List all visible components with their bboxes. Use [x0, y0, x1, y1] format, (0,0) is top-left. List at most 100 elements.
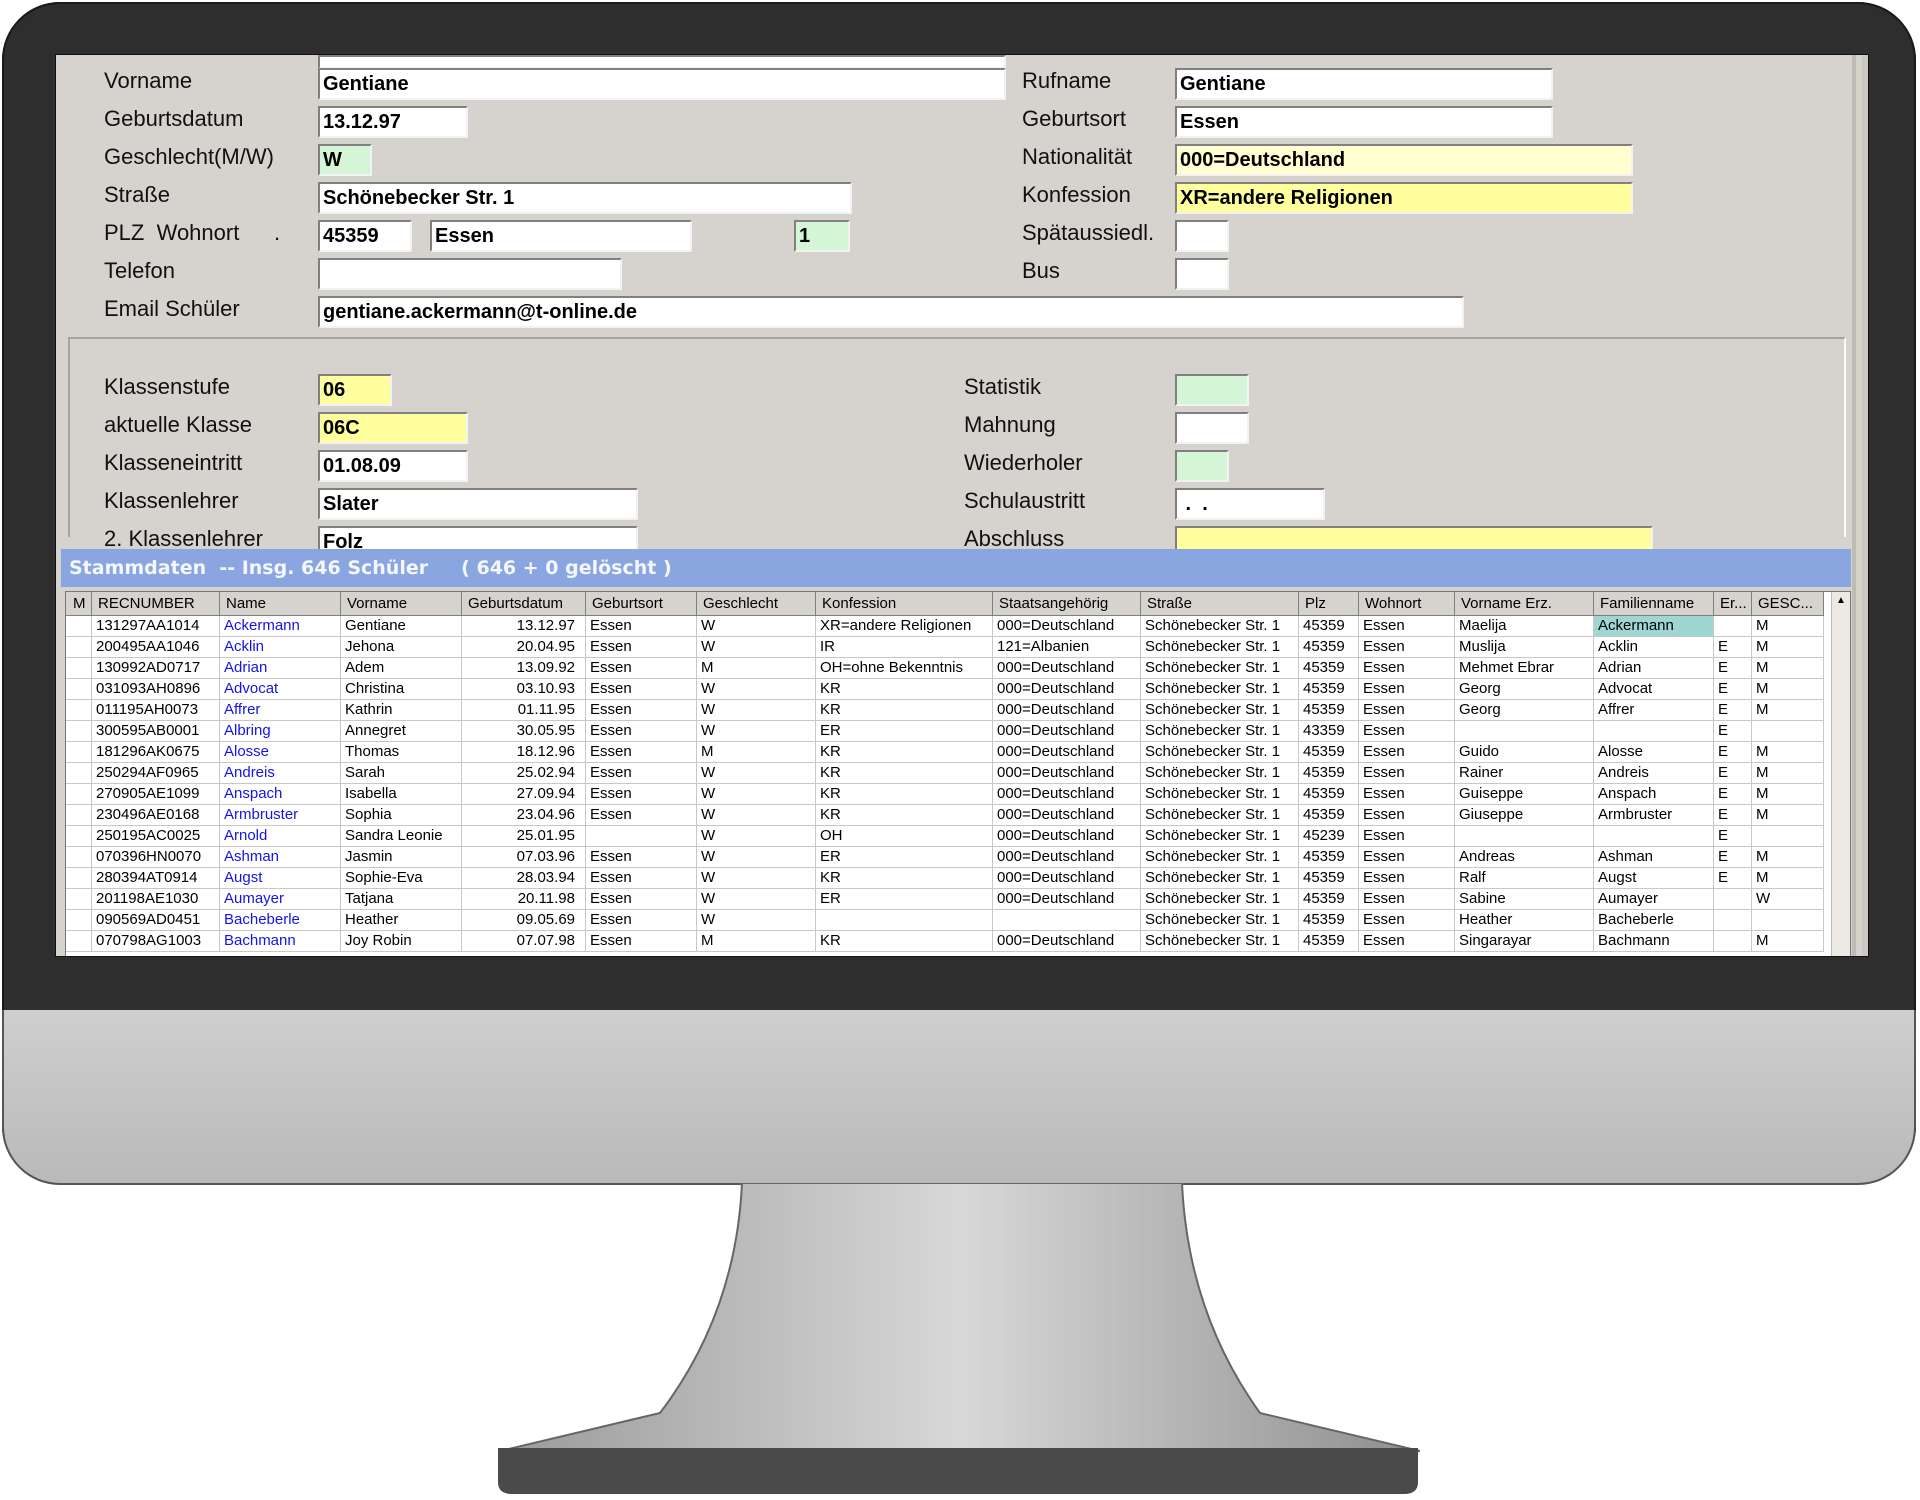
col-staatsangehoerig-cell[interactable]: 000=Deutschland: [993, 658, 1141, 679]
col-staatsangehoerig-cell[interactable]: [993, 910, 1141, 931]
vorname-field[interactable]: Gentiane: [318, 68, 1006, 100]
col-konfession-cell[interactable]: KR: [816, 679, 993, 700]
col-geschlecht-cell[interactable]: W: [697, 847, 816, 868]
col-geburtsdatum-cell[interactable]: 27.09.94: [462, 784, 586, 805]
klassenstufe-field[interactable]: 06: [318, 374, 392, 406]
col-name-cell[interactable]: Alosse: [220, 742, 341, 763]
klasseneintritt-field[interactable]: 01.08.09: [318, 450, 468, 482]
col-name-cell[interactable]: Ashman: [220, 847, 341, 868]
col-plz-header[interactable]: Plz: [1299, 592, 1359, 616]
col-konfession-cell[interactable]: XR=andere Religionen: [816, 616, 993, 637]
col-staatsangehoerig-cell[interactable]: 000=Deutschland: [993, 826, 1141, 847]
col-strasse-cell[interactable]: Schönebecker Str. 1: [1141, 721, 1299, 742]
col-recnumber-cell[interactable]: 070798AG1003: [92, 931, 220, 952]
table-row[interactable]: 200495AA1046 Acklin Jehona 20.04.95 Essen W IR…: [66, 637, 1832, 658]
col-konfession-cell[interactable]: ER: [816, 847, 993, 868]
col-vorname-erz-cell[interactable]: [1455, 721, 1594, 742]
col-staatsangehoerig-cell[interactable]: 000=Deutschland: [993, 616, 1141, 637]
table-row[interactable]: 090569AD0451 Bacheberle Heather 09.05.69 Ess…: [66, 910, 1832, 931]
col-gesc-cell[interactable]: M: [1752, 847, 1824, 868]
col-vorname-erz-cell[interactable]: Guido: [1455, 742, 1594, 763]
col-geburtsdatum-cell[interactable]: 07.07.98: [462, 931, 586, 952]
col-vorname-erz-cell[interactable]: Maelija: [1455, 616, 1594, 637]
col-wohnort-cell[interactable]: Essen: [1359, 847, 1455, 868]
col-wohnort-cell[interactable]: Essen: [1359, 616, 1455, 637]
col-marker-cell[interactable]: [66, 868, 92, 889]
col-geburtsdatum-cell[interactable]: 20.11.98: [462, 889, 586, 910]
col-konfession-cell[interactable]: OH=ohne Bekenntnis: [816, 658, 993, 679]
col-name-cell[interactable]: Aumayer: [220, 889, 341, 910]
col-geschlecht-cell[interactable]: W: [697, 910, 816, 931]
col-familienname-cell[interactable]: [1594, 721, 1714, 742]
col-gesc-cell[interactable]: W: [1752, 889, 1824, 910]
col-wohnort-cell[interactable]: Essen: [1359, 763, 1455, 784]
col-vorname-cell[interactable]: Annegret: [341, 721, 462, 742]
col-vorname-erz-cell[interactable]: Muslija: [1455, 637, 1594, 658]
col-strasse-cell[interactable]: Schönebecker Str. 1: [1141, 679, 1299, 700]
col-er-cell[interactable]: E: [1714, 805, 1752, 826]
col-gesc-cell[interactable]: M: [1752, 742, 1824, 763]
col-familienname-cell[interactable]: [1594, 826, 1714, 847]
col-vorname-cell[interactable]: Isabella: [341, 784, 462, 805]
col-geburtsort-cell[interactable]: Essen: [586, 616, 697, 637]
col-gesc-header[interactable]: GESC...: [1752, 592, 1824, 616]
col-strasse-header[interactable]: Straße: [1141, 592, 1299, 616]
col-konfession-cell[interactable]: KR: [816, 700, 993, 721]
geburtsdatum-field[interactable]: 13.12.97: [318, 106, 468, 138]
col-gesc-cell[interactable]: M: [1752, 763, 1824, 784]
col-plz-cell[interactable]: 45359: [1299, 679, 1359, 700]
col-geburtsort-cell[interactable]: Essen: [586, 700, 697, 721]
col-er-header[interactable]: Er...: [1714, 592, 1752, 616]
col-name-cell[interactable]: Arnold: [220, 826, 341, 847]
col-strasse-cell[interactable]: Schönebecker Str. 1: [1141, 868, 1299, 889]
col-strasse-cell[interactable]: Schönebecker Str. 1: [1141, 637, 1299, 658]
col-geburtsdatum-cell[interactable]: 30.05.95: [462, 721, 586, 742]
col-vorname-erz-cell[interactable]: Singarayar: [1455, 931, 1594, 952]
col-wohnort-header[interactable]: Wohnort: [1359, 592, 1455, 616]
col-wohnort-cell[interactable]: Essen: [1359, 637, 1455, 658]
table-row[interactable]: 201198AE1030 Aumayer Tatjana 20.11.98 Essen W…: [66, 889, 1832, 910]
col-familienname-cell[interactable]: Affrer: [1594, 700, 1714, 721]
col-marker-cell[interactable]: [66, 910, 92, 931]
col-geburtsort-header[interactable]: Geburtsort: [586, 592, 697, 616]
table-row[interactable]: 230496AE0168 Armbruster Sophia 23.04.96 Esse…: [66, 805, 1832, 826]
col-konfession-cell[interactable]: KR: [816, 805, 993, 826]
col-vorname-cell[interactable]: Sarah: [341, 763, 462, 784]
col-strasse-cell[interactable]: Schönebecker Str. 1: [1141, 658, 1299, 679]
col-familienname-cell[interactable]: Bachmann: [1594, 931, 1714, 952]
col-gesc-cell[interactable]: M: [1752, 805, 1824, 826]
col-marker-cell[interactable]: [66, 700, 92, 721]
col-wohnort-cell[interactable]: Essen: [1359, 868, 1455, 889]
col-er-cell[interactable]: E: [1714, 868, 1752, 889]
col-marker-cell[interactable]: [66, 616, 92, 637]
col-vorname-cell[interactable]: Sophia: [341, 805, 462, 826]
col-marker-cell[interactable]: [66, 847, 92, 868]
col-plz-cell[interactable]: 45359: [1299, 742, 1359, 763]
col-marker-header[interactable]: M: [66, 592, 92, 616]
nationalitaet-field[interactable]: 000=Deutschland: [1175, 144, 1633, 176]
col-wohnort-cell[interactable]: Essen: [1359, 721, 1455, 742]
col-vorname-erz-cell[interactable]: Andreas: [1455, 847, 1594, 868]
col-name-cell[interactable]: Acklin: [220, 637, 341, 658]
col-marker-cell[interactable]: [66, 679, 92, 700]
col-familienname-cell[interactable]: Adrian: [1594, 658, 1714, 679]
col-geburtsort-cell[interactable]: Essen: [586, 889, 697, 910]
klassenlehrer-field[interactable]: Slater: [318, 488, 638, 520]
col-geburtsdatum-cell[interactable]: 25.02.94: [462, 763, 586, 784]
col-vorname-erz-cell[interactable]: Heather: [1455, 910, 1594, 931]
col-staatsangehoerig-cell[interactable]: 000=Deutschland: [993, 931, 1141, 952]
table-row[interactable]: 300595AB0001 Albring Annegret 30.05.95 Essen…: [66, 721, 1832, 742]
col-familienname-cell[interactable]: Bacheberle: [1594, 910, 1714, 931]
col-vorname-cell[interactable]: Christina: [341, 679, 462, 700]
col-konfession-cell[interactable]: KR: [816, 931, 993, 952]
col-marker-cell[interactable]: [66, 721, 92, 742]
col-gesc-cell[interactable]: [1752, 826, 1824, 847]
col-geburtsort-cell[interactable]: Essen: [586, 868, 697, 889]
col-name-header[interactable]: Name: [220, 592, 341, 616]
col-geschlecht-header[interactable]: Geschlecht: [697, 592, 816, 616]
aktuelle-klasse-field[interactable]: 06C: [318, 412, 468, 444]
col-familienname-header[interactable]: Familienname: [1594, 592, 1714, 616]
col-vorname-erz-cell[interactable]: Giuseppe: [1455, 805, 1594, 826]
col-er-cell[interactable]: E: [1714, 742, 1752, 763]
col-geburtsort-cell[interactable]: Essen: [586, 658, 697, 679]
